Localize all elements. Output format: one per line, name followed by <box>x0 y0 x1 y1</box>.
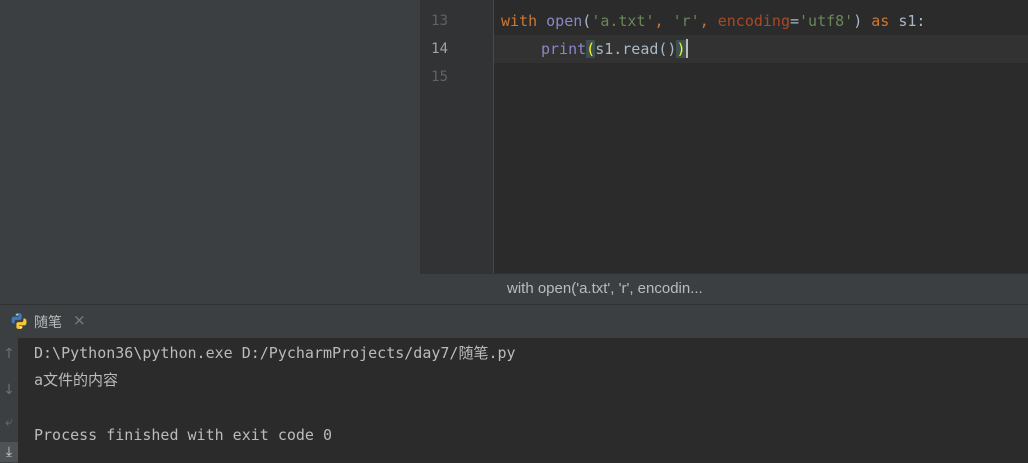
line-number-current: 14 <box>431 41 448 57</box>
string-mode: 'r' <box>672 12 700 30</box>
equals: = <box>790 12 800 30</box>
matched-paren-open: ( <box>586 40 596 58</box>
string-filename: 'a.txt' <box>591 12 655 30</box>
method-call: s1.read() <box>595 40 677 58</box>
close-icon[interactable]: × <box>73 311 86 329</box>
pycharm-window: 13 14 15 with open('a.txt', 'r', encodin… <box>0 0 1028 463</box>
keyword-as: as <box>871 12 890 30</box>
run-toolbar: ↑ ↓ ⤶ ⤓ <box>0 338 18 463</box>
paren: ( <box>582 12 592 30</box>
comma: , <box>699 12 718 30</box>
console-line-output: a文件的内容 <box>34 371 119 389</box>
arrow-down-icon[interactable]: ↓ <box>0 380 18 400</box>
project-panel <box>0 0 420 304</box>
matched-paren-close: ) <box>676 40 686 58</box>
run-tool-window-header: 随笔 × <box>0 304 1028 338</box>
run-tab[interactable]: 随笔 × <box>0 305 100 338</box>
param-encoding: encoding <box>717 12 790 30</box>
code-editor[interactable]: 13 14 15 with open('a.txt', 'r', encodin… <box>420 0 1028 273</box>
run-tab-label: 随笔 <box>34 315 62 331</box>
breadcrumb-bar: with open('a.txt', 'r', encodin... <box>420 273 1028 304</box>
arrow-up-icon[interactable]: ↑ <box>0 344 18 364</box>
keyword-with: with <box>501 12 538 30</box>
code-line-14[interactable]: print(s1.read()) <box>541 35 688 63</box>
paren: ) <box>853 12 872 30</box>
code-line-13[interactable]: with open('a.txt', 'r', encoding='utf8')… <box>501 7 925 35</box>
console-line-command: D:\Python36\python.exe D:/PycharmProject… <box>34 344 516 362</box>
string-encoding: 'utf8' <box>799 12 854 30</box>
python-icon <box>11 313 27 329</box>
breadcrumb[interactable]: with open('a.txt', 'r', encodin... <box>507 280 703 297</box>
line-number: 15 <box>431 69 448 85</box>
builtin-print: print <box>541 40 587 58</box>
builtin-open: open <box>546 12 583 30</box>
editor-gutter: 13 14 15 <box>420 0 493 273</box>
comma: , <box>654 12 673 30</box>
run-console[interactable]: D:\Python36\python.exe D:/PycharmProject… <box>18 338 1028 463</box>
soft-wrap-icon[interactable]: ⤶ <box>0 412 18 432</box>
variable-s1: s1: <box>889 12 926 30</box>
scroll-to-end-icon[interactable]: ⤓ <box>0 442 18 462</box>
text-caret <box>685 39 688 58</box>
console-line-exit: Process finished with exit code 0 <box>34 426 333 444</box>
line-number: 13 <box>431 13 448 29</box>
